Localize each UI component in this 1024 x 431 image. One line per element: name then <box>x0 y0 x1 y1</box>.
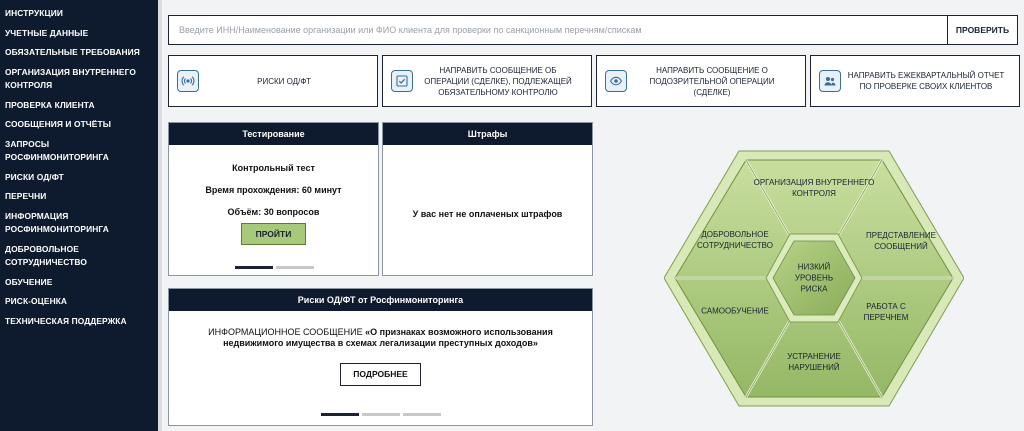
quick-actions: РИСКИ ОД/ФТ НАПРАВИТЬ СООБЩЕНИЕ ОБ ОПЕРА… <box>168 55 1020 107</box>
segment-internal-control[interactable]: ОРГАНИЗАЦИЯ ВНУТРЕННЕГО КОНТРОЛЯ <box>739 177 889 199</box>
risk-level-label: НИЗКИЙ УРОВЕНЬ РИСКА <box>794 262 834 294</box>
fines-message: У вас нет не оплаченых штрафов <box>412 209 563 219</box>
carousel-dot[interactable] <box>276 266 314 269</box>
risk-hexagon: ОРГАНИЗАЦИЯ ВНУТРЕННЕГО КОНТРОЛЯ ПРЕДСТА… <box>663 146 965 411</box>
sidebar-item-account-data[interactable]: УЧЕТНЫЕ ДАННЫЕ <box>0 24 158 44</box>
carousel-dot[interactable] <box>403 413 441 416</box>
risks-carousel-indicator <box>321 413 441 416</box>
segment-messages[interactable]: ПРЕДСТАВЛЕНИЕ СООБЩЕНИЙ <box>861 230 941 252</box>
sidebar-item-tech-support[interactable]: ТЕХНИЧЕСКАЯ ПОДДЕРЖКА <box>0 312 158 332</box>
fines-panel-title: Штрафы <box>383 123 592 145</box>
sidebar-item-risks[interactable]: РИСКИ ОД/ФТ <box>0 168 158 188</box>
sidebar-item-requirements[interactable]: ОБЯЗАТЕЛЬНЫЕ ТРЕБОВАНИЯ <box>0 43 158 63</box>
start-test-button[interactable]: ПРОЙТИ <box>240 223 307 245</box>
sidebar-item-voluntary-cooperation[interactable]: ДОБРОВОЛЬНОЕ СОТРУДНИЧЕСТВО <box>0 240 158 273</box>
sidebar-divider <box>158 0 162 431</box>
segment-list-work[interactable]: РАБОТА С ПЕРЕЧНЕМ <box>851 301 921 323</box>
carousel-dot-active[interactable] <box>321 413 359 416</box>
sidebar-item-rosfin-info[interactable]: ИНФОРМАЦИЯ РОСФИНМОНИТОРИНГА <box>0 207 158 240</box>
sidebar-item-training[interactable]: ОБУЧЕНИЕ <box>0 273 158 293</box>
sanctions-search: ПРОВЕРИТЬ <box>168 15 1018 45</box>
checklist-icon <box>391 70 413 92</box>
test-volume: Объём: 30 вопросов <box>227 207 320 217</box>
sanctions-search-input[interactable] <box>169 16 947 44</box>
testing-panel-title: Тестирование <box>169 123 378 145</box>
rosfin-risks-panel: Риски ОД/ФТ от Росфинмониторинга ИНФОРМА… <box>168 288 593 426</box>
carousel-dot-active[interactable] <box>235 266 273 269</box>
testing-carousel-indicator <box>235 266 314 269</box>
users-icon <box>819 70 841 92</box>
fines-panel: Штрафы У вас нет не оплаченых штрафов <box>382 122 593 276</box>
sidebar-item-instructions[interactable]: ИНСТРУКЦИИ <box>0 4 158 24</box>
segment-self-training[interactable]: САМООБУЧЕНИЕ <box>701 306 769 317</box>
rosfin-risks-panel-title: Риски ОД/ФТ от Росфинмониторинга <box>169 289 592 311</box>
test-name: Контрольный тест <box>232 163 315 173</box>
action-mandatory-control-label: НАПРАВИТЬ СООБЩЕНИЕ ОБ ОПЕРАЦИИ (СДЕЛКЕ)… <box>424 65 572 97</box>
rosfin-risks-body: ИНФОРМАЦИОННОЕ СООБЩЕНИЕ «О признаках во… <box>169 311 592 386</box>
more-details-button[interactable]: ПОДРОБНЕЕ <box>340 363 421 386</box>
action-quarterly-report-label: НАПРАВИТЬ ЕЖЕКВАРТАЛЬНЫЙ ОТЧЕТ ПО ПРОВЕР… <box>847 71 1005 91</box>
carousel-dot[interactable] <box>362 413 400 416</box>
eye-icon <box>605 70 627 92</box>
segment-violations-fix[interactable]: УСТРАНЕНИЕ НАРУШЕНИЙ <box>774 351 854 373</box>
action-suspicious-operation-label: НАПРАВИТЬ СООБЩЕНИЕ О ПОДОЗРИТЕЛЬНОЙ ОПЕ… <box>649 65 775 97</box>
sidebar: ИНСТРУКЦИИ УЧЕТНЫЕ ДАННЫЕ ОБЯЗАТЕЛЬНЫЕ Т… <box>0 0 158 431</box>
sidebar-item-client-check[interactable]: ПРОВЕРКА КЛИЕНТА <box>0 96 158 116</box>
sidebar-item-internal-control[interactable]: ОРГАНИЗАЦИЯ ВНУТРЕННЕГО КОНТРОЛЯ <box>0 63 158 96</box>
sidebar-item-risk-assessment[interactable]: РИСК-ОЦЕНКА <box>0 292 158 312</box>
action-suspicious-operation[interactable]: НАПРАВИТЬ СООБЩЕНИЕ О ПОДОЗРИТЕЛЬНОЙ ОПЕ… <box>596 55 806 107</box>
testing-panel-body: Контрольный тест Время прохождения: 60 м… <box>169 145 378 245</box>
check-button[interactable]: ПРОВЕРИТЬ <box>947 16 1017 44</box>
sidebar-item-lists[interactable]: ПЕРЕЧНИ <box>0 187 158 207</box>
segment-voluntary-cooperation[interactable]: ДОБРОВОЛЬНОЕ СОТРУДНИЧЕСТВО <box>685 229 785 251</box>
test-duration: Время прохождения: 60 минут <box>205 185 342 195</box>
sidebar-item-messages-reports[interactable]: СООБЩЕНИЯ И ОТЧЁТЫ <box>0 115 158 135</box>
action-risks[interactable]: РИСКИ ОД/ФТ <box>168 55 378 107</box>
rosfin-risk-message: ИНФОРМАЦИОННОЕ СООБЩЕНИЕ «О признаках во… <box>189 327 572 349</box>
rosfin-risk-prefix: ИНФОРМАЦИОННОЕ СООБЩЕНИЕ <box>208 327 366 337</box>
action-risks-label: РИСКИ ОД/ФТ <box>257 76 311 86</box>
testing-panel: Тестирование Контрольный тест Время прох… <box>168 122 379 276</box>
action-quarterly-report[interactable]: НАПРАВИТЬ ЕЖЕКВАРТАЛЬНЫЙ ОТЧЕТ ПО ПРОВЕР… <box>810 55 1020 107</box>
action-mandatory-control[interactable]: НАПРАВИТЬ СООБЩЕНИЕ ОБ ОПЕРАЦИИ (СДЕЛКЕ)… <box>382 55 592 107</box>
sidebar-item-rosfin-requests[interactable]: ЗАПРОСЫ РОСФИНМОНИТОРИНГА <box>0 135 158 168</box>
radio-signal-icon <box>177 70 199 92</box>
